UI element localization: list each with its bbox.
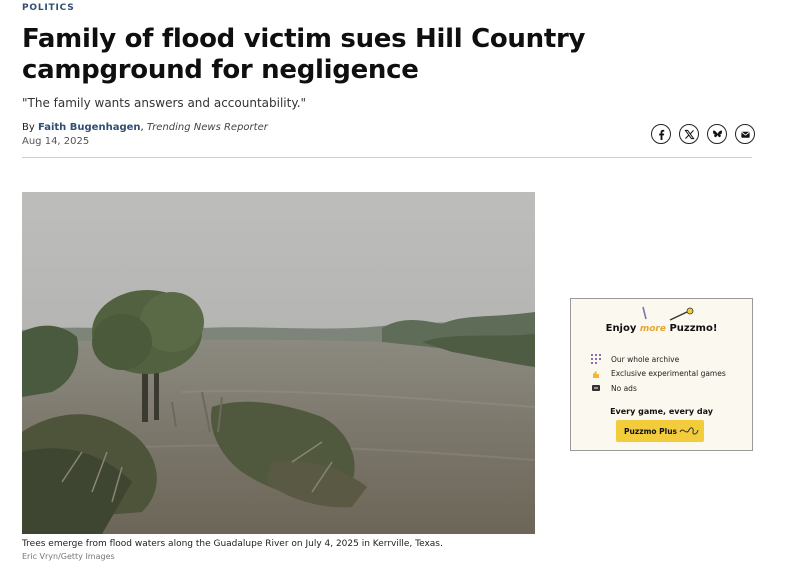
ad-feature-label: Exclusive experimental games: [611, 369, 726, 379]
ad-tagline: Every game, every day: [610, 407, 713, 416]
email-icon: [740, 131, 750, 138]
ad-feature-list: Our whole archive Exclusive experimental…: [591, 352, 726, 396]
ad-feature: Our whole archive: [591, 352, 726, 367]
grid-icon: [591, 354, 601, 365]
ad-title: Enjoy more Puzzmo!: [571, 323, 752, 334]
bluesky-icon: [712, 129, 722, 137]
hand-icon: [591, 369, 601, 379]
puzzmo-ad[interactable]: Enjoy more Puzzmo! Our whole archive Exc…: [570, 298, 753, 451]
section-label[interactable]: POLITICS: [22, 3, 74, 13]
share-bar: [651, 124, 755, 144]
ad-feature-label: Our whole archive: [611, 354, 680, 364]
bluesky-share-button[interactable]: [707, 124, 727, 144]
facebook-share-button[interactable]: [651, 124, 671, 144]
doodle-icon: [679, 427, 699, 435]
pencil-decoration-icon: [642, 306, 647, 320]
flood-photo: [22, 192, 535, 534]
puzzmo-plus-label: Puzzmo Plus: [624, 426, 678, 436]
no-ads-icon: [591, 383, 601, 393]
photo-credit: Eric Vryn/Getty Images: [22, 552, 115, 561]
headline: Family of flood victim sues Hill Country…: [22, 24, 586, 85]
ad-feature-label: No ads: [611, 383, 637, 393]
byline-prefix: By: [22, 122, 38, 133]
author-link[interactable]: Faith Bugenhagen: [38, 122, 141, 133]
author-role: Trending News Reporter: [146, 122, 268, 133]
byline: By Faith Bugenhagen, Trending News Repor…: [22, 122, 268, 133]
x-icon: [683, 129, 695, 139]
ad-title-more: more: [639, 324, 666, 334]
email-share-button[interactable]: [735, 124, 755, 144]
ad-title-pre: Enjoy: [605, 323, 640, 334]
article-dek: "The family wants answers and accountabi…: [22, 96, 307, 110]
ad-feature: Exclusive experimental games: [591, 367, 726, 382]
ad-feature: No ads: [591, 381, 726, 396]
ad-title-post: Puzzmo!: [665, 323, 718, 334]
photo-caption: Trees emerge from flood waters along the…: [22, 539, 443, 549]
puzzmo-plus-button[interactable]: Puzzmo Plus: [616, 420, 704, 442]
header-divider: [22, 157, 752, 158]
hero-image[interactable]: [22, 192, 535, 534]
magic-wand-icon: [669, 307, 694, 321]
x-share-button[interactable]: [679, 124, 699, 144]
facebook-icon: [658, 129, 664, 140]
publish-date: Aug 14, 2025: [22, 136, 90, 147]
